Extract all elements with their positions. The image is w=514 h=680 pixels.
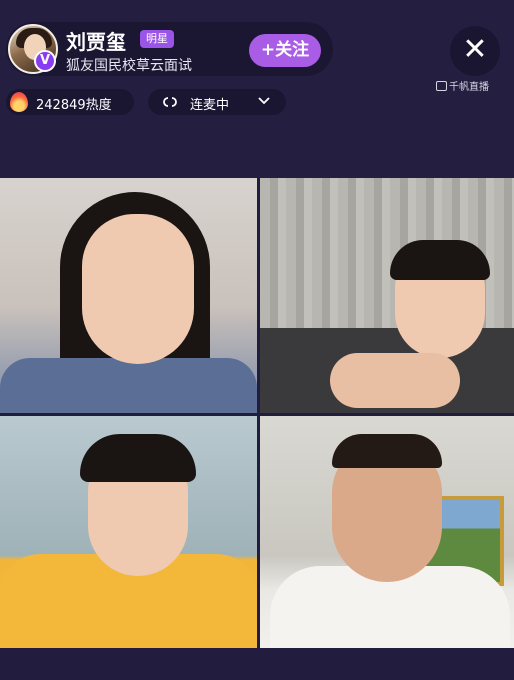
verified-badge-icon: V: [34, 50, 56, 72]
host-subtitle: 狐友国民校草云面试: [66, 58, 192, 74]
video-tile-guest-peace-sign[interactable]: [260, 416, 514, 648]
watermark-logo: 千帆直播: [436, 78, 489, 93]
play-icon: [436, 81, 447, 91]
close-button[interactable]: ✕: [450, 26, 500, 76]
chevron-down-icon[interactable]: [258, 96, 270, 106]
follow-button[interactable]: +关注: [249, 34, 321, 67]
video-tile-guest-yellow-shirt[interactable]: [0, 416, 257, 648]
video-grid: [0, 178, 514, 648]
heat-count: 242849热度: [36, 98, 112, 113]
star-badge: 明星: [140, 30, 174, 48]
host-name: 刘贾玺: [66, 30, 126, 54]
link-icon: [163, 97, 177, 107]
watermark-text: 千帆直播: [449, 82, 489, 93]
video-tile-guest-heart-hands[interactable]: [260, 178, 514, 413]
video-tile-guest-female[interactable]: [0, 178, 257, 413]
flame-icon: [10, 92, 28, 112]
link-mic-status: 连麦中: [190, 98, 230, 113]
bottom-bar: [0, 648, 514, 680]
